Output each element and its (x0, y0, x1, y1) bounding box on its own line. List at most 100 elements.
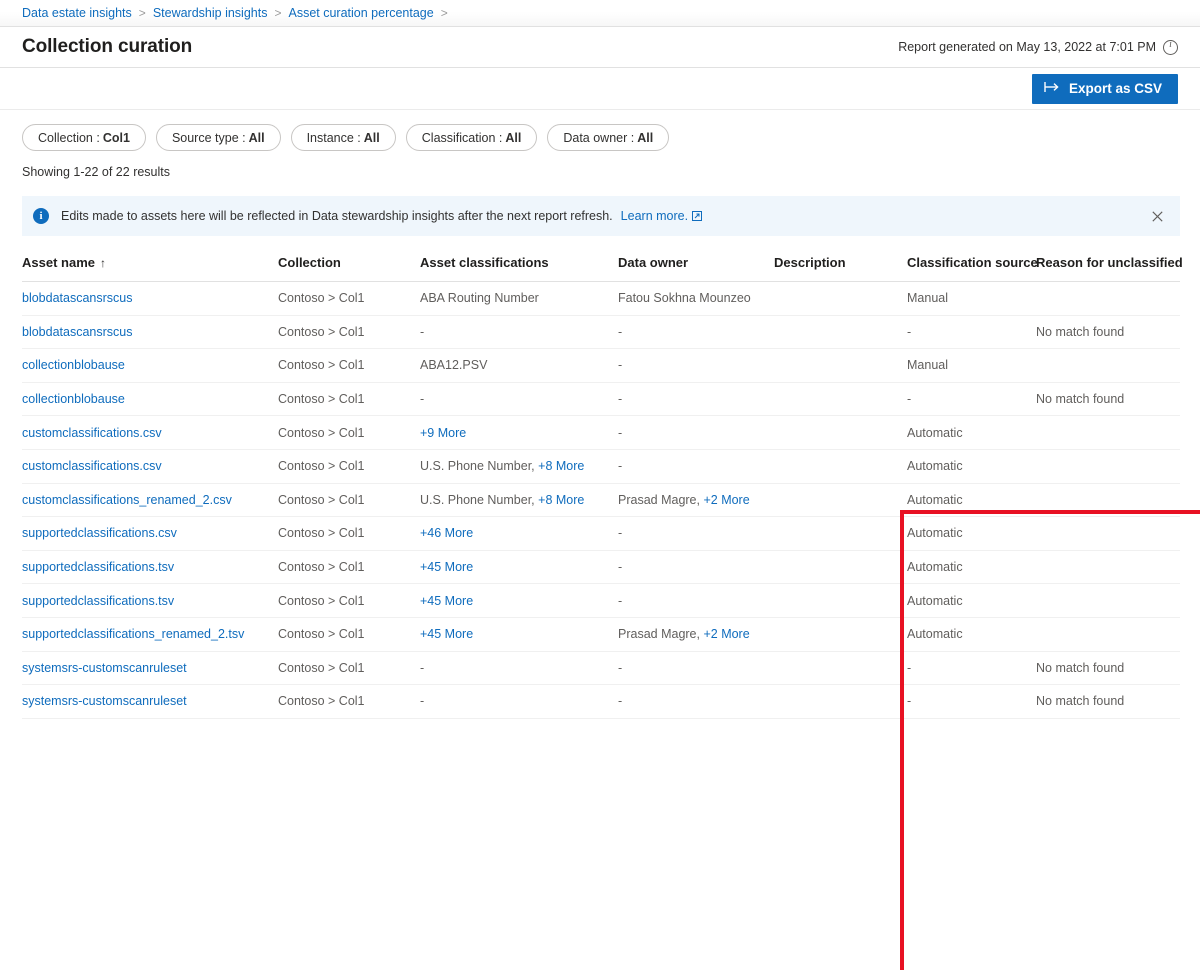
breadcrumb-item-data-estate-insights[interactable]: Data estate insights (22, 6, 132, 20)
report-generated-info: Report generated on May 13, 2022 at 7:01… (898, 40, 1178, 55)
cell-reason-for-unclassified (1036, 449, 1180, 483)
classifications-more-link[interactable]: +8 More (538, 459, 584, 473)
table-row[interactable]: customclassifications_renamed_2.csvConto… (22, 483, 1180, 517)
classification-text: - (420, 661, 424, 675)
data-owner-text: - (618, 426, 622, 440)
column-header-asset-name[interactable]: Asset name↑ (22, 255, 278, 282)
cell-asset-classifications: +9 More (420, 416, 618, 450)
learn-more-link[interactable]: Learn more. (621, 209, 688, 223)
cell-data-owner: - (618, 517, 774, 551)
close-icon[interactable] (1146, 205, 1168, 227)
cell-classification-source: Automatic (894, 416, 1036, 450)
table-row[interactable]: supportedclassifications.tsv Contoso > Co… (22, 584, 1180, 618)
filter-pill-classification-value: All (505, 131, 521, 145)
column-header-collection[interactable]: Collection (278, 255, 420, 282)
filter-pill-collection-key: Collection : (38, 131, 100, 145)
cell-asset-classifications: +45 More (420, 617, 618, 651)
asset-name-link[interactable]: collectionblobause (22, 358, 125, 372)
classifications-more-link[interactable]: +46 More (420, 526, 473, 540)
breadcrumb-separator: > (441, 6, 448, 20)
export-as-csv-button[interactable]: Export as CSV (1032, 74, 1178, 104)
cell-description (774, 449, 894, 483)
cell-data-owner: - (618, 550, 774, 584)
cell-asset-classifications: +45 More (420, 584, 618, 618)
info-circle-icon[interactable] (1163, 40, 1178, 55)
asset-name-link[interactable]: supportedclassifications.tsv (22, 594, 174, 608)
asset-name-link[interactable]: systemsrs-customscanruleset (22, 694, 187, 708)
cell-classification-source: - (894, 651, 1036, 685)
asset-name-link[interactable]: customclassifications.csv (22, 426, 162, 440)
column-header-description[interactable]: Description (774, 255, 894, 282)
table-row[interactable]: collectionblobauseContoso > Col1---No ma… (22, 382, 1180, 416)
cell-asset-name: systemsrs-customscanruleset (22, 685, 278, 719)
classifications-more-link[interactable]: +9 More (420, 426, 466, 440)
data-owner-text: Fatou Sokhna Mounzeo (618, 291, 751, 305)
table-header-row: Asset name↑ Collection Asset classificat… (22, 255, 1180, 282)
cell-reason-for-unclassified: No match found (1036, 651, 1180, 685)
breadcrumb: Data estate insights > Stewardship insig… (0, 0, 1200, 27)
column-header-reason-for-unclassified[interactable]: Reason for unclassified (1036, 255, 1180, 282)
cell-description (774, 483, 894, 517)
cell-classification-source: Automatic (894, 449, 1036, 483)
filter-pill-instance[interactable]: Instance : All (291, 124, 396, 151)
cell-classification-source: Automatic (894, 584, 1036, 618)
cell-asset-name: blobdatascansrscus (22, 282, 278, 316)
sort-ascending-icon: ↑ (100, 256, 106, 270)
cell-data-owner: - (618, 651, 774, 685)
asset-name-link[interactable]: supportedclassifications.csv (22, 526, 177, 540)
table-row[interactable]: blobdatascansrscusContoso > Col1ABA Rout… (22, 282, 1180, 316)
cell-data-owner: - (618, 349, 774, 383)
breadcrumb-item-stewardship-insights[interactable]: Stewardship insights (153, 6, 268, 20)
cell-asset-name: supportedclassifications_renamed_2.tsv (22, 617, 278, 651)
table-row[interactable]: systemsrs-customscanrulesetContoso > Col… (22, 651, 1180, 685)
filter-pill-classification[interactable]: Classification : All (406, 124, 538, 151)
column-header-asset-classifications[interactable]: Asset classifications (420, 255, 618, 282)
data-owner-more-link[interactable]: +2 More (703, 493, 749, 507)
table-row[interactable]: systemsrs-customscanrulesetContoso > Col… (22, 685, 1180, 719)
table-row[interactable]: blobdatascansrscusContoso > Col1---No ma… (22, 315, 1180, 349)
table-row[interactable]: supportedclassifications_renamed_2.tsvCo… (22, 617, 1180, 651)
cell-reason-for-unclassified (1036, 282, 1180, 316)
asset-name-link[interactable]: customclassifications_renamed_2.csv (22, 493, 232, 507)
cell-classification-source: - (894, 315, 1036, 349)
data-owner-more-link[interactable]: +2 More (703, 627, 749, 641)
cell-classification-source: Automatic (894, 517, 1036, 551)
filter-pill-classification-key: Classification : (422, 131, 503, 145)
classifications-more-link[interactable]: +45 More (420, 594, 473, 608)
breadcrumb-item-asset-curation-percentage[interactable]: Asset curation percentage (288, 6, 433, 20)
asset-name-link[interactable]: collectionblobause (22, 392, 125, 406)
asset-name-link[interactable]: systemsrs-customscanruleset (22, 661, 187, 675)
cell-reason-for-unclassified (1036, 584, 1180, 618)
column-header-classification-source[interactable]: Classification source (894, 255, 1036, 282)
asset-name-link[interactable]: supportedclassifications.tsv (22, 560, 174, 574)
asset-name-link[interactable]: blobdatascansrscus (22, 325, 132, 339)
filter-pill-source-type[interactable]: Source type : All (156, 124, 281, 151)
column-header-data-owner[interactable]: Data owner (618, 255, 774, 282)
cell-reason-for-unclassified (1036, 483, 1180, 517)
filter-pill-collection[interactable]: Collection : Col1 (22, 124, 146, 151)
command-bar: Export as CSV (0, 68, 1200, 110)
table-row[interactable]: customclassifications.csvContoso > Col1U… (22, 449, 1180, 483)
asset-name-link[interactable]: supportedclassifications_renamed_2.tsv (22, 627, 244, 641)
cell-collection: Contoso > Col1 (278, 584, 420, 618)
asset-name-link[interactable]: customclassifications.csv (22, 459, 162, 473)
table-row[interactable]: collectionblobauseContoso > Col1ABA12.PS… (22, 349, 1180, 383)
classifications-more-link[interactable]: +8 More (538, 493, 584, 507)
filter-pill-source-type-key: Source type : (172, 131, 246, 145)
table-row[interactable]: supportedclassifications.tsvContoso > Co… (22, 550, 1180, 584)
asset-name-link[interactable]: blobdatascansrscus (22, 291, 132, 305)
table-row[interactable]: supportedclassifications.csvContoso > Co… (22, 517, 1180, 551)
cell-classification-source: Automatic (894, 550, 1036, 584)
info-banner: i Edits made to assets here will be refl… (22, 196, 1180, 236)
cell-description (774, 550, 894, 584)
cell-asset-classifications: U.S. Phone Number, +8 More (420, 483, 618, 517)
filter-pill-data-owner[interactable]: Data owner : All (547, 124, 669, 151)
table-row[interactable]: customclassifications.csvContoso > Col1+… (22, 416, 1180, 450)
info-icon: i (33, 208, 49, 224)
cell-asset-classifications: - (420, 382, 618, 416)
classifications-more-link[interactable]: +45 More (420, 627, 473, 641)
filter-pill-list: Collection : Col1 Source type : All Inst… (0, 110, 1200, 151)
cell-classification-source: - (894, 685, 1036, 719)
assets-table: Asset name↑ Collection Asset classificat… (22, 255, 1180, 719)
classifications-more-link[interactable]: +45 More (420, 560, 473, 574)
